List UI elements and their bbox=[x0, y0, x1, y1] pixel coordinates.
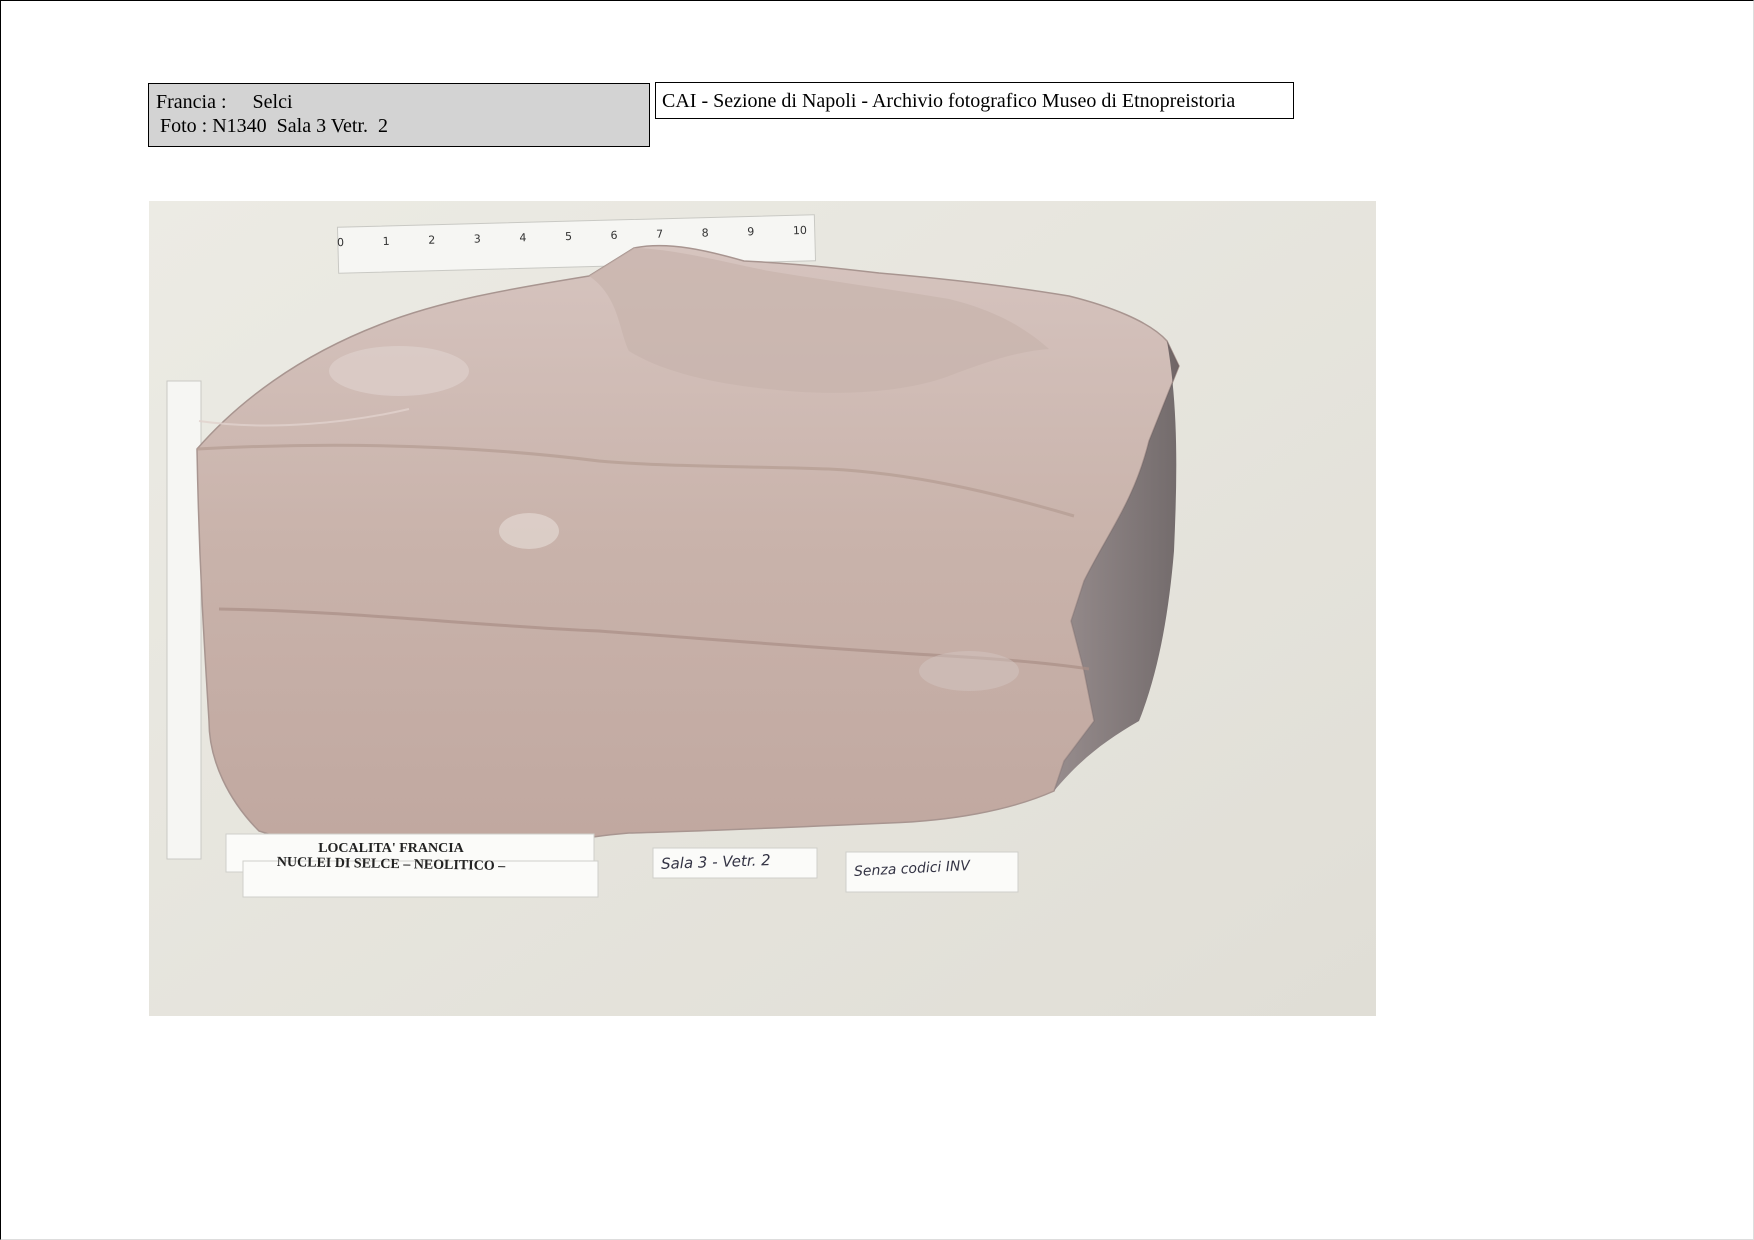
label-description: NUCLEI DI SELCE – NEOLITICO – bbox=[276, 855, 506, 874]
photo-reference: Foto : N1340 Sala 3 Vetr. 2 bbox=[160, 115, 388, 137]
ruler-tick: 2 bbox=[428, 233, 436, 247]
ruler-tick: 1 bbox=[382, 234, 390, 248]
ruler-tick: 7 bbox=[655, 227, 664, 241]
ruler-tick: 8 bbox=[701, 226, 709, 240]
ruler-tick: 0 bbox=[336, 235, 345, 250]
artifact-photo: 0 1 2 3 4 5 6 7 8 9 10 LOCALITA' FRANCIA… bbox=[149, 201, 1376, 1016]
archive-title: CAI - Sezione di Napoli - Archivio fotog… bbox=[655, 82, 1294, 119]
printed-label-text: LOCALITA' FRANCIA NUCLEI DI SELCE – NEOL… bbox=[241, 841, 541, 874]
ruler-vertical bbox=[166, 380, 202, 860]
handwritten-room-text: Sala 3 - Vetr. 2 bbox=[660, 851, 771, 873]
ruler-tick: 5 bbox=[564, 230, 573, 244]
flint-core bbox=[196, 244, 1180, 895]
ruler-tick: 10 bbox=[792, 223, 808, 238]
ruler-tick: 6 bbox=[610, 228, 618, 242]
category-label: Selci bbox=[252, 91, 293, 113]
ruler-tick: 3 bbox=[473, 232, 481, 246]
artifact-photo-illustration bbox=[149, 201, 1376, 1016]
ruler-tick: 4 bbox=[519, 231, 527, 245]
caption-box: Francia : Selci Foto : N1340 Sala 3 Vetr… bbox=[148, 83, 650, 147]
country-label: Francia : bbox=[156, 91, 227, 113]
ruler-tick: 9 bbox=[747, 225, 755, 239]
